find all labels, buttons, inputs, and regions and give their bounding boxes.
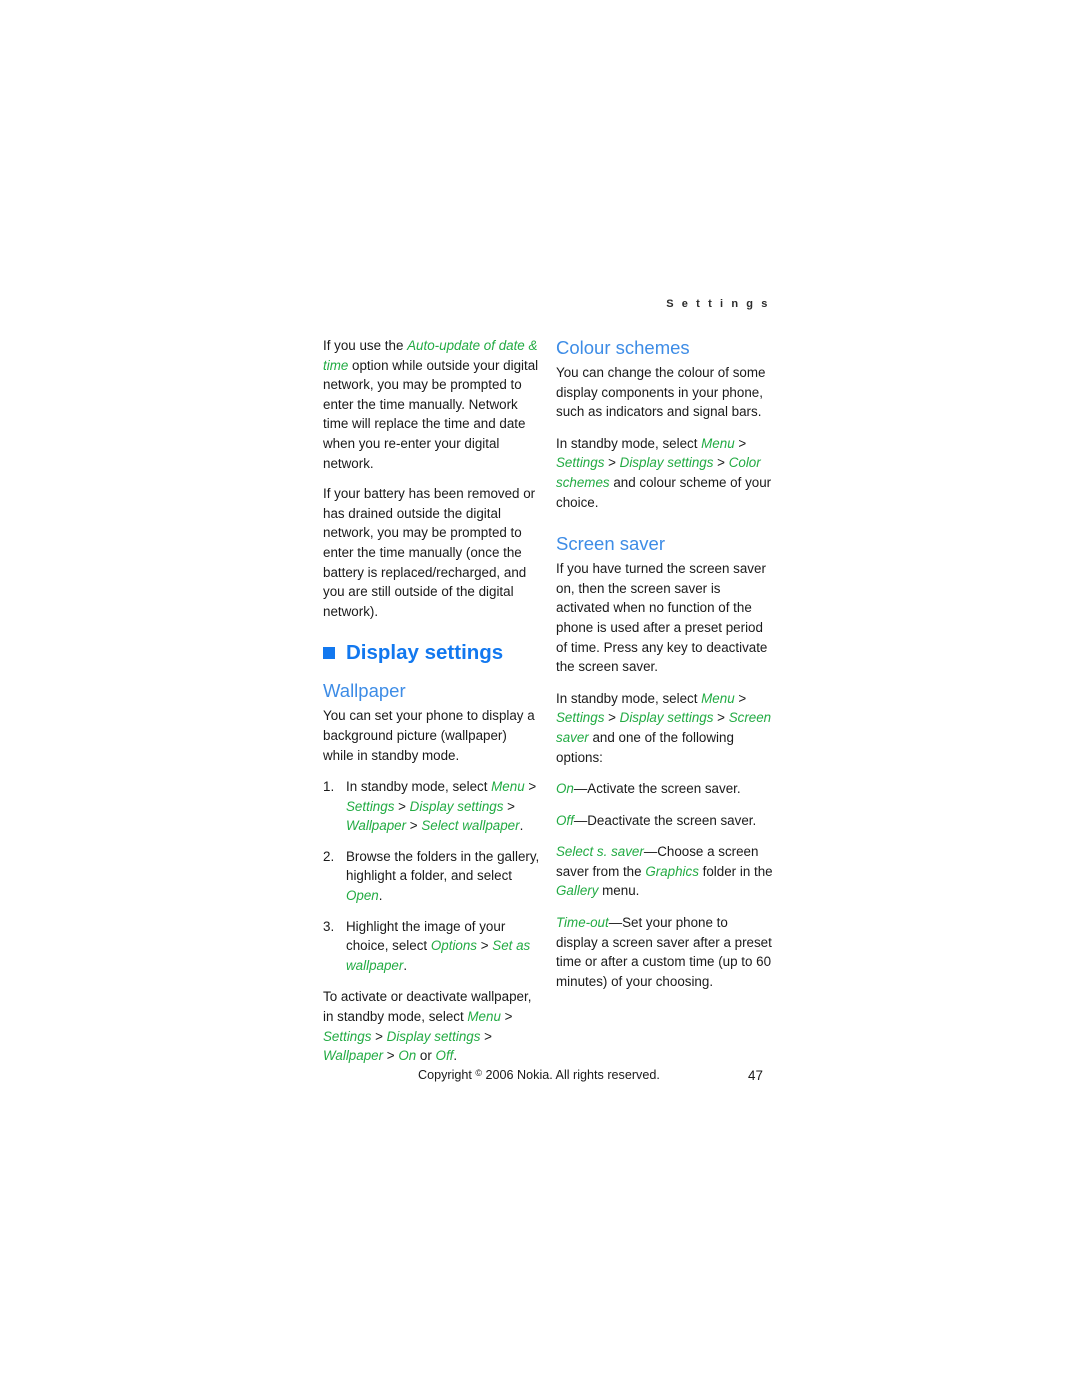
menu-reference: Wallpaper <box>323 1048 384 1064</box>
paragraph-screen-saver-intro: If you have turned the screen saver on, … <box>556 561 768 675</box>
paragraph-wallpaper-toggle: To activate or deactivate wallpaper, in … <box>323 987 540 1065</box>
menu-reference: Menu <box>701 690 735 706</box>
option-select-s-saver: Select s. saver—Choose a screen saver fr… <box>556 842 773 901</box>
path-separator: > <box>604 455 620 471</box>
menu-reference: Menu <box>701 435 735 451</box>
section-heading-display-settings: Display settings <box>323 641 540 665</box>
option-dash: — <box>573 781 588 797</box>
menu-reference: Display settings <box>619 455 714 471</box>
option-dash: — <box>643 844 658 860</box>
path-separator: > <box>604 710 620 726</box>
option-dash: — <box>573 812 588 828</box>
menu-reference: Settings <box>556 710 605 726</box>
paragraph-auto-update-time: If you use the Auto-update of date & tim… <box>323 336 540 473</box>
option-term: Select s. saver <box>556 844 644 860</box>
menu-reference: Display settings <box>619 710 714 726</box>
subheading-colour-schemes: Colour schemes <box>556 337 690 358</box>
list-item: 1. In standby mode, select Menu > Setting… <box>323 777 540 836</box>
option-term: Off <box>556 812 574 828</box>
text-segment: option while outside your digital networ… <box>323 357 539 471</box>
text-segment: In standby mode, select <box>556 435 702 451</box>
page-number: 47 <box>748 1068 763 1083</box>
path-separator: > <box>503 798 515 814</box>
menu-reference: Settings <box>346 798 395 814</box>
menu-reference: Graphics <box>645 863 699 879</box>
menu-reference: Wallpaper <box>346 818 407 834</box>
path-separator: > <box>713 455 729 471</box>
menu-reference: Gallery <box>556 883 599 899</box>
paragraph-colour-schemes-intro: You can change the colour of some displa… <box>556 365 766 420</box>
option-dash: — <box>608 915 623 931</box>
paragraph-battery-removed: If your battery has been removed or has … <box>323 486 536 619</box>
text-segment: In standby mode, select <box>346 779 492 795</box>
path-separator: > <box>394 798 410 814</box>
subheading-screen-saver: Screen saver <box>556 533 665 555</box>
option-description: Deactivate the screen saver. <box>587 812 757 828</box>
menu-reference: Options <box>430 938 478 954</box>
list-item-number: 1. <box>323 779 335 795</box>
option-term: Time-out <box>556 915 609 931</box>
path-separator: > <box>480 1028 492 1044</box>
right-column: Colour schemes You can change the colour… <box>556 336 773 991</box>
path-separator: > <box>713 710 729 726</box>
list-item-number: 3. <box>323 918 335 934</box>
text-segment: . <box>519 818 524 834</box>
text-segment: Copyright <box>418 1068 476 1082</box>
section-heading-label: Display settings <box>346 641 504 665</box>
text-segment: or <box>416 1048 436 1064</box>
text-segment: . <box>403 957 408 973</box>
text-segment: Browse the folders in the gallery, highl… <box>346 848 540 884</box>
list-item: 3. Highlight the image of your choice, se… <box>323 917 540 976</box>
paragraph-wallpaper-intro: You can set your phone to display a back… <box>323 708 535 763</box>
option-description: Activate the screen saver. <box>587 781 741 797</box>
option-term: On <box>556 781 574 797</box>
manual-page: S e t t i n g s If you use the Auto-upda… <box>0 0 1080 1397</box>
copyright-notice: Copyright © 2006 Nokia. All rights reser… <box>418 1068 660 1082</box>
paragraph-colour-schemes-path: In standby mode, select Menu > Settings … <box>556 434 773 512</box>
text-segment: 2006 Nokia. All rights reserved. <box>482 1068 660 1082</box>
menu-reference: Display settings <box>409 798 504 814</box>
option-off: Off—Deactivate the screen saver. <box>556 811 773 831</box>
menu-reference: Display settings <box>386 1028 481 1044</box>
path-separator: > <box>383 1048 399 1064</box>
text-segment: . <box>453 1048 458 1064</box>
text-segment: . <box>378 888 383 904</box>
list-item: 2. Browse the folders in the gallery, hig… <box>323 847 540 906</box>
menu-reference: Settings <box>323 1028 372 1044</box>
option-on: On—Activate the screen saver. <box>556 779 773 799</box>
menu-reference: Off <box>435 1048 454 1064</box>
paragraph-screen-saver-path: In standby mode, select Menu > Settings … <box>556 689 773 767</box>
menu-reference: Select wallpaper <box>421 818 520 834</box>
path-separator: > <box>500 1009 513 1025</box>
running-header: S e t t i n g s <box>666 298 770 310</box>
path-separator: > <box>524 779 537 795</box>
menu-reference: Open <box>346 888 379 904</box>
text-segment: If you use the <box>323 338 408 353</box>
menu-reference: Menu <box>491 779 525 795</box>
wallpaper-steps-list: 1. In standby mode, select Menu > Setting… <box>323 777 540 975</box>
text-segment: folder in the <box>698 863 773 879</box>
path-separator: > <box>371 1028 387 1044</box>
text-segment: menu. <box>598 883 640 899</box>
subheading-wallpaper: Wallpaper <box>323 680 406 702</box>
menu-reference: On <box>398 1048 417 1064</box>
menu-reference: Menu <box>467 1009 501 1025</box>
text-segment: In standby mode, select <box>556 690 702 706</box>
square-bullet-icon <box>323 647 335 660</box>
list-item-number: 2. <box>323 848 335 864</box>
path-separator: > <box>477 938 493 954</box>
path-separator: > <box>734 435 747 451</box>
path-separator: > <box>406 818 422 834</box>
left-column: If you use the Auto-update of date & tim… <box>323 336 540 1066</box>
menu-reference: Settings <box>556 455 605 471</box>
option-time-out: Time-out—Set your phone to display a scr… <box>556 913 773 991</box>
path-separator: > <box>734 690 747 706</box>
two-column-body: If you use the Auto-update of date & tim… <box>323 336 773 1066</box>
